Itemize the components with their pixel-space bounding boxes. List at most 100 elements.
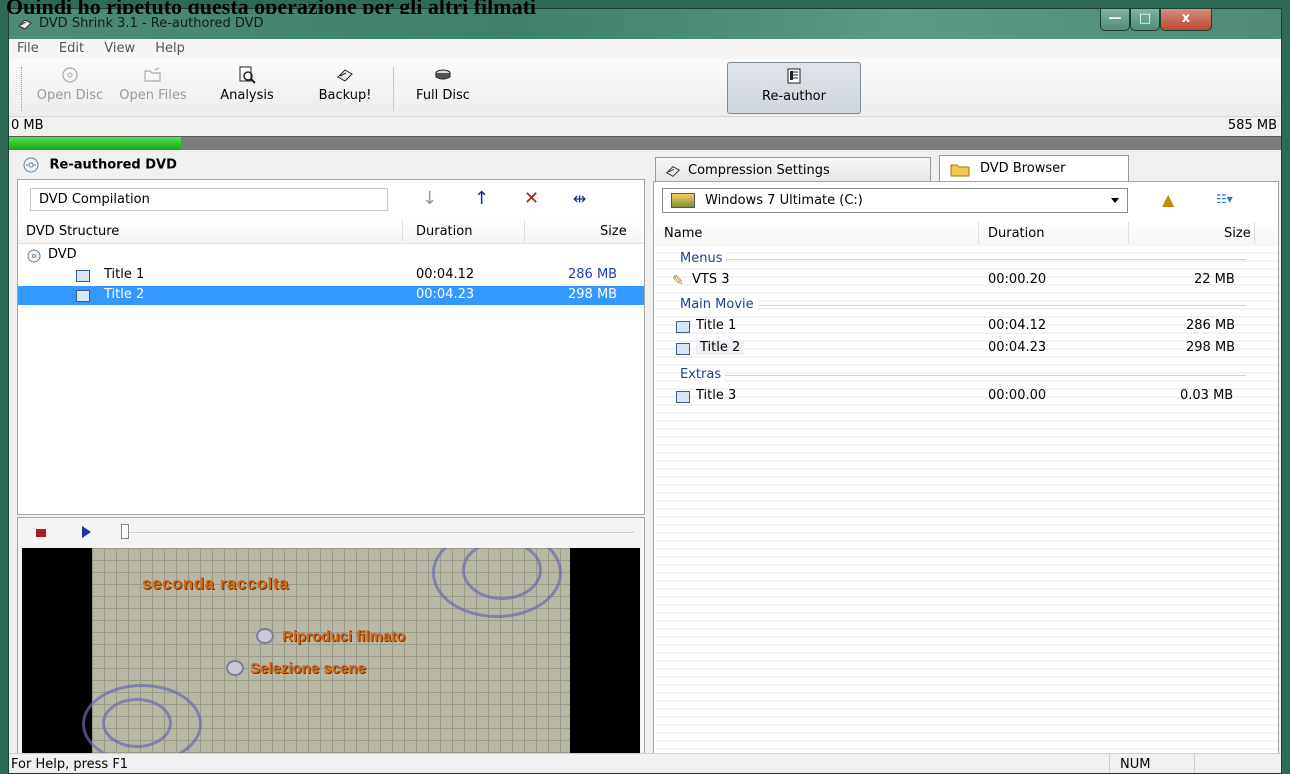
video-preview: seconda raccolta Riproduci filmato Selez… (22, 548, 640, 754)
disc-icon (62, 67, 78, 83)
column-size[interactable]: Size (1224, 226, 1251, 241)
group-extras-label: Extras (680, 367, 726, 382)
menu-view[interactable]: View (96, 39, 143, 58)
move-down-icon[interactable]: ↓ (422, 188, 437, 209)
list-item[interactable]: Title 3 00:00.00 0.03 MB (654, 386, 1278, 408)
row-size: 298 MB (1186, 340, 1236, 355)
view-mode-icon[interactable]: ☷▾ (1216, 192, 1233, 206)
menu-file[interactable]: File (9, 39, 47, 58)
drive-select[interactable]: Windows 7 Ultimate (C:) (662, 188, 1128, 213)
drive-icon (671, 193, 695, 208)
minimize-button[interactable]: — (1100, 9, 1130, 31)
analysis-button[interactable]: Analysis (205, 62, 289, 114)
row-duration: 00:00.20 (988, 272, 1047, 287)
list-item[interactable]: Title 2 00:04.23 298 MB (654, 338, 1278, 360)
folder-icon (950, 164, 970, 177)
group-extras: Extras (654, 366, 1278, 384)
status-help-text: For Help, press F1 (11, 757, 129, 772)
table-row[interactable]: Title 1 00:04.12 286 MB (18, 266, 644, 285)
group-menus: Menus (654, 250, 1278, 268)
stop-icon[interactable] (36, 529, 46, 537)
group-main-movie: Main Movie (654, 296, 1278, 314)
list-item[interactable]: Title 1 00:04.12 286 MB (654, 316, 1278, 338)
column-dvd-structure[interactable]: DVD Structure (26, 224, 119, 239)
menu-play-text: Riproduci filmato (282, 628, 406, 645)
full-disc-button[interactable]: Full Disc (405, 62, 481, 114)
title-file-icon (676, 321, 690, 333)
row-name: Title 3 (696, 388, 737, 403)
drive-select-value: Windows 7 Ultimate (C:) (705, 193, 863, 208)
toolbar-grip[interactable] (21, 67, 24, 111)
left-pane-header: Re-authored DVD (23, 157, 177, 173)
size-bar: 0 MB 585 MB (9, 117, 1281, 151)
window-title: DVD Shrink 3.1 - Re-authored DVD (39, 16, 264, 31)
row-size: 298 MB (568, 287, 618, 302)
row-size: 286 MB (1186, 318, 1236, 333)
left-pane-title: Re-authored DVD (49, 157, 177, 173)
tree-root-label: DVD (48, 247, 77, 262)
tab-dvd-browser[interactable]: DVD Browser (939, 155, 1129, 183)
move-up-icon[interactable]: ↑ (474, 188, 489, 209)
backup-disc-icon (337, 69, 353, 82)
toolbar: Open Disc Open Files Analysis Backup! Fu… (9, 59, 1281, 117)
row-duration: 00:04.23 (988, 340, 1047, 355)
row-name: Title 2 (696, 340, 745, 355)
tab-compression-settings[interactable]: Compression Settings (655, 157, 931, 183)
open-files-label: Open Files (119, 88, 187, 103)
re-author-label: Re-author (762, 89, 826, 104)
backup-button[interactable]: Backup! (305, 62, 385, 114)
dvd-shrink-app-icon (18, 19, 32, 30)
column-name[interactable]: Name (664, 226, 702, 241)
tree-root-dvd[interactable]: DVD (18, 246, 644, 265)
backup-label: Backup! (318, 88, 372, 103)
num-lock-indicator: NUM (1109, 754, 1195, 773)
list-item-vts[interactable]: ✎ VTS 3 00:00.20 22 MB (654, 270, 1278, 292)
play-icon[interactable] (82, 526, 91, 538)
open-disc-label: Open Disc (36, 88, 104, 103)
open-files-button[interactable]: Open Files (111, 62, 195, 114)
seek-thumb[interactable] (121, 524, 129, 539)
row-duration: 00:04.23 (416, 287, 475, 302)
disc-usage-fill (9, 137, 181, 150)
title-file-icon (676, 343, 690, 355)
delete-icon[interactable]: ✕ (524, 188, 539, 209)
browser-column-headers: Name Duration Size (654, 222, 1278, 246)
open-disc-button[interactable]: Open Disc (35, 62, 105, 114)
close-button[interactable]: x (1160, 9, 1212, 31)
re-author-icon (787, 68, 801, 84)
row-size: 22 MB (1194, 272, 1235, 287)
row-name: Title 1 (696, 318, 737, 333)
title-file-icon (676, 391, 690, 403)
menu-edit[interactable]: Edit (51, 39, 92, 58)
menu-help[interactable]: Help (147, 39, 193, 58)
column-duration[interactable]: Duration (988, 226, 1044, 241)
dvd-structure-pane: DVD Compilation ↓ ↑ ✕ ⇹ DVD Structure Du… (17, 179, 645, 515)
title-file-icon (76, 290, 90, 302)
size-min-label: 0 MB (11, 118, 44, 133)
menu-title-text: seconda raccolta (142, 574, 289, 593)
compilation-name-field[interactable]: DVD Compilation (30, 188, 388, 211)
row-name: Title 1 (104, 267, 145, 282)
split-icon[interactable]: ⇹ (573, 189, 586, 208)
table-row-selected[interactable]: Title 2 00:04.23 298 MB (18, 286, 644, 305)
re-author-button[interactable]: Re-author (727, 62, 861, 114)
status-bar: For Help, press F1 NUM (9, 753, 1281, 773)
dvd-browser-pane: Windows 7 Ultimate (C:) ▲ ☷▾ Name Durati… (653, 181, 1279, 757)
row-duration: 00:00.00 (988, 388, 1047, 403)
seek-track[interactable] (126, 532, 634, 534)
folder-open-icon (144, 67, 161, 82)
column-size[interactable]: Size (600, 224, 627, 239)
tab-compression-label: Compression Settings (688, 163, 830, 178)
disc-bullet-icon (256, 628, 274, 644)
column-duration[interactable]: Duration (416, 224, 472, 239)
row-name: VTS 3 (692, 272, 730, 287)
structure-column-headers: DVD Structure Duration Size (18, 220, 644, 244)
title-file-icon (76, 270, 90, 282)
maximize-button[interactable]: □ (1130, 9, 1160, 31)
tab-dvd-browser-label: DVD Browser (980, 161, 1066, 176)
menu-folder-icon: ✎ (672, 273, 684, 289)
page-caption: Quindi ho ripetuto questa operazione per… (6, 0, 537, 14)
group-menus-label: Menus (680, 251, 727, 266)
up-folder-icon[interactable]: ▲ (1162, 190, 1174, 209)
menu-bar: File Edit View Help (9, 39, 1281, 59)
